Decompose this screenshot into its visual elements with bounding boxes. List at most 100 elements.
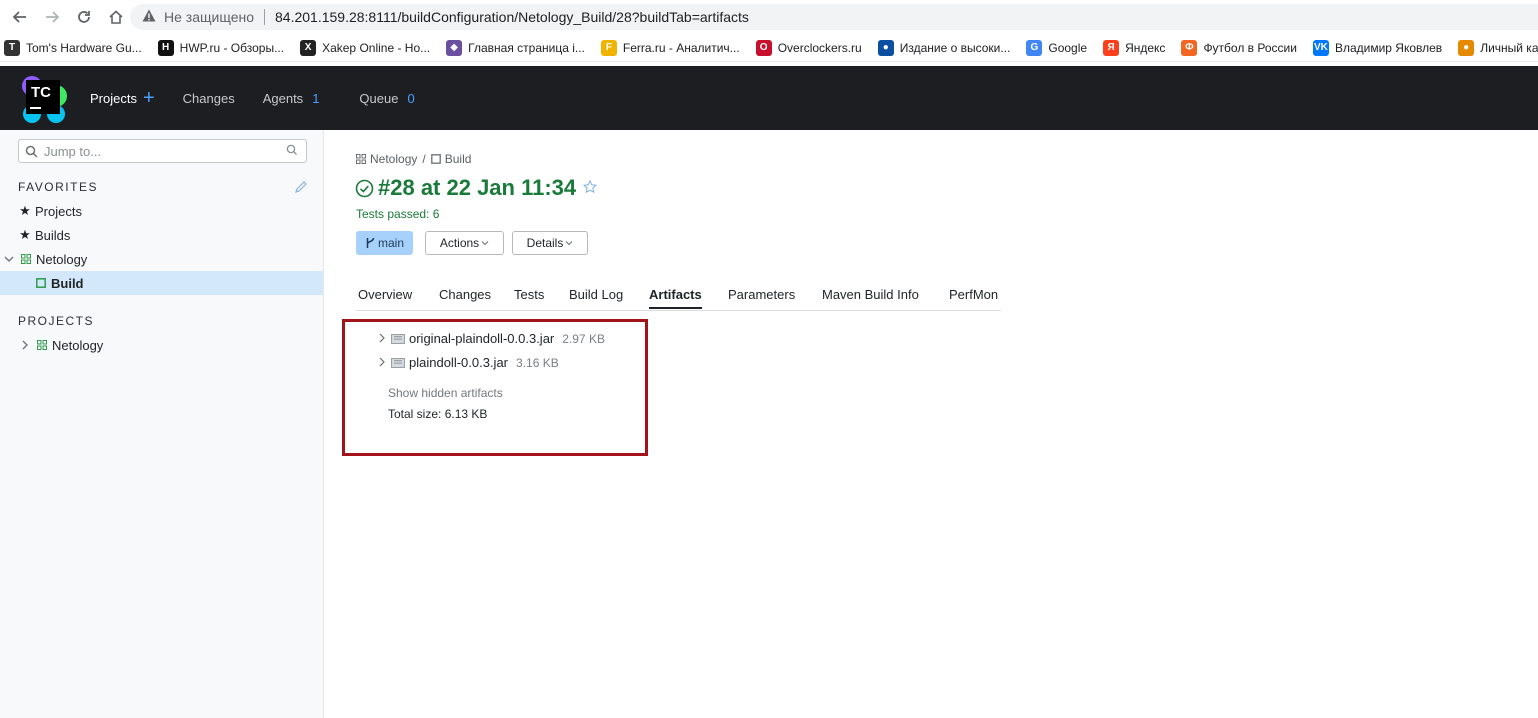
edit-favorites-icon[interactable] <box>294 180 308 197</box>
tab-perfmon[interactable]: PerfMon <box>949 287 998 302</box>
bookmark-favicon-icon: O <box>755 39 772 56</box>
bookmark-label: Издание о высоки... <box>899 40 1011 55</box>
tab-tests[interactable]: Tests <box>514 287 544 302</box>
bookmark-favicon-icon: T <box>4 39 20 56</box>
tab-build-log[interactable]: Build Log <box>569 287 623 302</box>
bookmark-item[interactable]: T Tom's Hardware Gu... <box>4 39 142 56</box>
tab-overview[interactable]: Overview <box>358 287 412 302</box>
projects-title: PROJECTS <box>18 314 95 328</box>
bookmark-item[interactable]: Я Яндекс <box>1103 39 1166 56</box>
tab-maven-build-info[interactable]: Maven Build Info <box>822 287 919 302</box>
bookmark-item[interactable]: F Ferra.ru - Аналитич... <box>600 39 740 56</box>
projects-netology[interactable]: Netology <box>0 333 323 357</box>
jump-to-input[interactable]: Jump to... <box>18 139 307 163</box>
bookmarks-bar: T Tom's Hardware Gu... H HWP.ru - Обзоры...… <box>0 34 1538 62</box>
queue-count: 0 <box>407 90 415 106</box>
nav-changes[interactable]: Changes <box>183 91 235 106</box>
address-bar[interactable]: Не защищено 84.201.159.28:8111/buildConf… <box>130 4 1538 30</box>
favorite-builds[interactable]: ★ Builds <box>0 223 323 247</box>
bookmark-label: Ferra.ru - Аналитич... <box>622 40 740 55</box>
artifact-row[interactable]: original-plaindoll-0.0.3.jar 2.97 KB <box>378 331 605 346</box>
bookmark-item[interactable]: H HWP.ru - Обзоры... <box>157 39 284 56</box>
tab-changes[interactable]: Changes <box>439 287 491 302</box>
home-icon[interactable] <box>104 5 128 29</box>
teamcity-logo[interactable]: TC <box>18 74 68 124</box>
nav-queue[interactable]: Queue 0 <box>359 91 414 106</box>
add-project-icon[interactable]: + <box>143 88 155 108</box>
bookmark-favicon-icon: X <box>300 39 317 56</box>
chevron-right-icon[interactable] <box>378 332 386 346</box>
bookmark-item[interactable]: ◆ Главная страница i... <box>446 39 585 56</box>
nav-projects-label: Projects <box>90 90 137 106</box>
logo-text: TC <box>31 84 51 101</box>
bookmark-favicon-icon: Я <box>1103 39 1120 56</box>
project-grid-icon <box>19 254 33 264</box>
details-label: Details <box>526 236 564 250</box>
archive-icon <box>391 333 405 344</box>
tab-parameters[interactable]: Parameters <box>728 287 795 302</box>
details-button[interactable]: Details <box>512 231 588 255</box>
bookmark-label: Яндекс <box>1125 40 1166 55</box>
tree-build-config[interactable]: Build <box>0 271 323 295</box>
actions-label: Actions <box>439 236 480 250</box>
omnibox-divider <box>264 9 265 25</box>
branch-button[interactable]: main <box>356 231 413 255</box>
reload-icon[interactable] <box>72 5 96 29</box>
build-tabs: Overview Changes Tests Build Log Artifac… <box>356 280 1001 311</box>
nav-projects[interactable]: Projects + <box>90 88 155 108</box>
bookmark-label: Xakep Online - Но... <box>322 40 431 55</box>
artifact-name[interactable]: original-plaindoll-0.0.3.jar <box>409 331 554 346</box>
artifact-size: 2.97 KB <box>562 331 605 346</box>
bookmark-label: Владимир Яковлев <box>1334 40 1443 55</box>
favorite-projects-label: Projects <box>35 203 82 219</box>
projects-netology-label: Netology <box>52 337 104 353</box>
bookmark-favicon-icon: ● <box>1458 39 1475 56</box>
tree-project-netology[interactable]: Netology <box>0 247 323 271</box>
sidebar: Jump to... FAVORITES ★ Projects ★ Builds… <box>0 130 324 718</box>
teamcity-header: TC Projects + Changes Agents 1 Queue 0 <box>0 66 1538 130</box>
artifact-name[interactable]: plaindoll-0.0.3.jar <box>409 355 508 370</box>
bookmark-item[interactable]: G Google <box>1026 39 1087 56</box>
bookmark-item[interactable]: Ф Футбол в России <box>1181 39 1297 56</box>
bookmark-favicon-icon: F <box>600 39 617 56</box>
chevron-down-icon[interactable] <box>2 254 16 264</box>
project-grid-icon <box>35 340 49 350</box>
show-hidden-artifacts-link[interactable]: Show hidden artifacts <box>388 386 503 400</box>
tree-project-label: Netology <box>36 251 88 267</box>
tab-artifacts[interactable]: Artifacts <box>649 287 702 309</box>
build-config-icon <box>430 154 441 164</box>
bookmark-item[interactable]: X Xakep Online - Но... <box>300 39 431 56</box>
chevron-right-icon[interactable] <box>378 356 386 370</box>
star-icon: ★ <box>19 203 31 218</box>
star-outline-icon[interactable] <box>583 179 598 197</box>
tree-build-label: Build <box>51 275 84 291</box>
favorites-title: FAVORITES <box>18 180 98 194</box>
star-icon: ★ <box>19 227 31 242</box>
breadcrumb-build[interactable]: Build <box>445 152 472 166</box>
forward-arrow-icon[interactable] <box>40 5 64 29</box>
chevron-right-icon[interactable] <box>18 340 32 350</box>
total-size: Total size: 6.13 KB <box>388 407 488 421</box>
bookmark-item[interactable]: O Overclockers.ru <box>755 39 862 56</box>
bookmark-item[interactable]: VK Владимир Яковлев <box>1312 39 1443 56</box>
bookmark-item[interactable]: ● Личный ка <box>1458 39 1538 56</box>
bookmark-label: Личный ка <box>1480 40 1538 55</box>
bookmark-favicon-icon: VK <box>1312 39 1329 56</box>
bookmark-label: Overclockers.ru <box>777 40 862 55</box>
artifacts-highlight: original-plaindoll-0.0.3.jar 2.97 KB pla… <box>342 319 648 456</box>
nav-agents[interactable]: Agents 1 <box>263 91 320 106</box>
back-arrow-icon[interactable] <box>8 5 32 29</box>
bookmark-item[interactable]: ● Издание о высоки... <box>877 39 1011 56</box>
search-icon <box>25 145 38 158</box>
url-text[interactable]: 84.201.159.28:8111/buildConfiguration/Ne… <box>275 9 749 25</box>
breadcrumb: Netology / Build <box>356 152 471 166</box>
search-submit-icon[interactable] <box>286 144 298 159</box>
chevron-down-icon <box>565 240 573 246</box>
success-check-icon <box>355 179 374 198</box>
actions-button[interactable]: Actions <box>425 231 504 255</box>
main-nav: Projects + Changes Agents 1 Queue 0 <box>90 66 443 130</box>
breadcrumb-project[interactable]: Netology <box>370 152 417 166</box>
favorite-projects[interactable]: ★ Projects <box>0 199 323 223</box>
tests-status[interactable]: Tests passed: 6 <box>356 207 439 221</box>
artifact-row[interactable]: plaindoll-0.0.3.jar 3.16 KB <box>378 355 559 370</box>
